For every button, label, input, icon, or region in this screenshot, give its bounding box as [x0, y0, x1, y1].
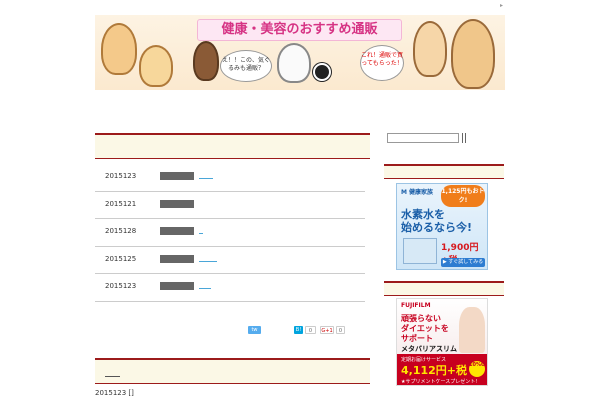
search-input[interactable] — [387, 133, 459, 143]
post-list: 2015123 2015121 2015128 2015125 2015123 — [95, 164, 365, 302]
list-item[interactable]: 2015128 — [95, 219, 365, 247]
ad-headline-2: 始めるなら今! — [401, 221, 473, 234]
sidebar-widget-header — [384, 281, 504, 296]
search-button[interactable] — [462, 133, 466, 143]
hydrogen-water-ad[interactable]: M 健康家族 1,125円もおトク! 水素水を 始めるなら今! 1,900円+税… — [396, 183, 488, 270]
bear-costume-illustration — [193, 41, 219, 81]
google-plus-button[interactable]: G+1 — [320, 326, 334, 334]
soccer-ball-icon — [313, 63, 331, 81]
post-link[interactable] — [199, 288, 211, 289]
model-image — [459, 307, 485, 353]
gift-label: ★サプリメントケースプレゼント! — [401, 379, 478, 385]
ad-price: 4,112円+税 — [401, 364, 468, 377]
post-date: 2015121 — [105, 199, 137, 208]
post-date: 2015128 — [105, 227, 137, 235]
hatena-bookmark-button[interactable]: B! — [294, 326, 303, 334]
list-item[interactable]: 2015125 — [95, 247, 365, 274]
product-image — [403, 238, 437, 264]
category-tag[interactable] — [160, 227, 194, 235]
speech-bubble-right: これ！通販で買ってもらった！ — [360, 45, 404, 81]
site-title: 健康・美容のおすすめ通販 — [197, 19, 402, 41]
footer-date: 2015123 [] — [95, 389, 134, 397]
google-plus-count: 0 — [336, 326, 345, 334]
header-banner[interactable]: え！！この、気ぐるみも通販？ 健康・美容のおすすめ通販 これ！通販で買ってもらっ… — [95, 15, 505, 90]
woman-illustration — [101, 23, 137, 75]
grandfather-illustration — [413, 21, 447, 77]
hatena-count: 0 — [305, 326, 316, 334]
discount-badge: 1,125円もおトク! — [441, 185, 485, 207]
post-date: 2015125 — [105, 254, 137, 263]
man-illustration — [451, 19, 495, 89]
twitter-share-button[interactable]: tw — [248, 326, 261, 334]
sidebar-widget-header — [384, 164, 504, 179]
list-item[interactable]: 2015123 — [95, 164, 365, 192]
post-date: 2015123 — [105, 282, 137, 290]
section-header — [95, 358, 370, 384]
discount-badge: 10%OFF — [469, 361, 487, 377]
fujifilm-diet-ad[interactable]: FUJIFILM 頑張らない ダイエットを サポート メタバリアスリム 定期お届… — [396, 298, 488, 386]
try-now-button[interactable]: ▶ すぐ試してみる — [441, 258, 485, 267]
corner-mark: ▸ — [500, 2, 504, 9]
category-tag[interactable] — [160, 282, 194, 290]
girl-illustration — [139, 45, 173, 87]
category-tag[interactable] — [160, 254, 194, 263]
product-name: メタバリアスリム — [401, 345, 457, 353]
ad-brand: FUJIFILM — [401, 302, 431, 309]
list-item[interactable]: 2015123 — [95, 274, 365, 302]
list-item[interactable]: 2015121 — [95, 192, 365, 219]
cat-illustration — [277, 43, 311, 83]
speech-bubble-left: え！！この、気ぐるみも通販？ — [220, 50, 272, 82]
post-link[interactable] — [199, 178, 213, 179]
ad-headline-3: サポート — [401, 334, 433, 343]
post-link[interactable] — [199, 233, 203, 234]
page: え！！この、気ぐるみも通販？ 健康・美容のおすすめ通販 これ！通販で買ってもらっ… — [0, 0, 600, 400]
category-tag[interactable] — [160, 172, 194, 180]
ad-brand: M 健康家族 — [401, 189, 434, 196]
post-link[interactable] — [199, 260, 217, 262]
post-date: 2015123 — [105, 172, 137, 180]
section-link[interactable] — [105, 376, 120, 377]
post-list-header — [95, 133, 370, 159]
category-tag[interactable] — [160, 199, 194, 208]
